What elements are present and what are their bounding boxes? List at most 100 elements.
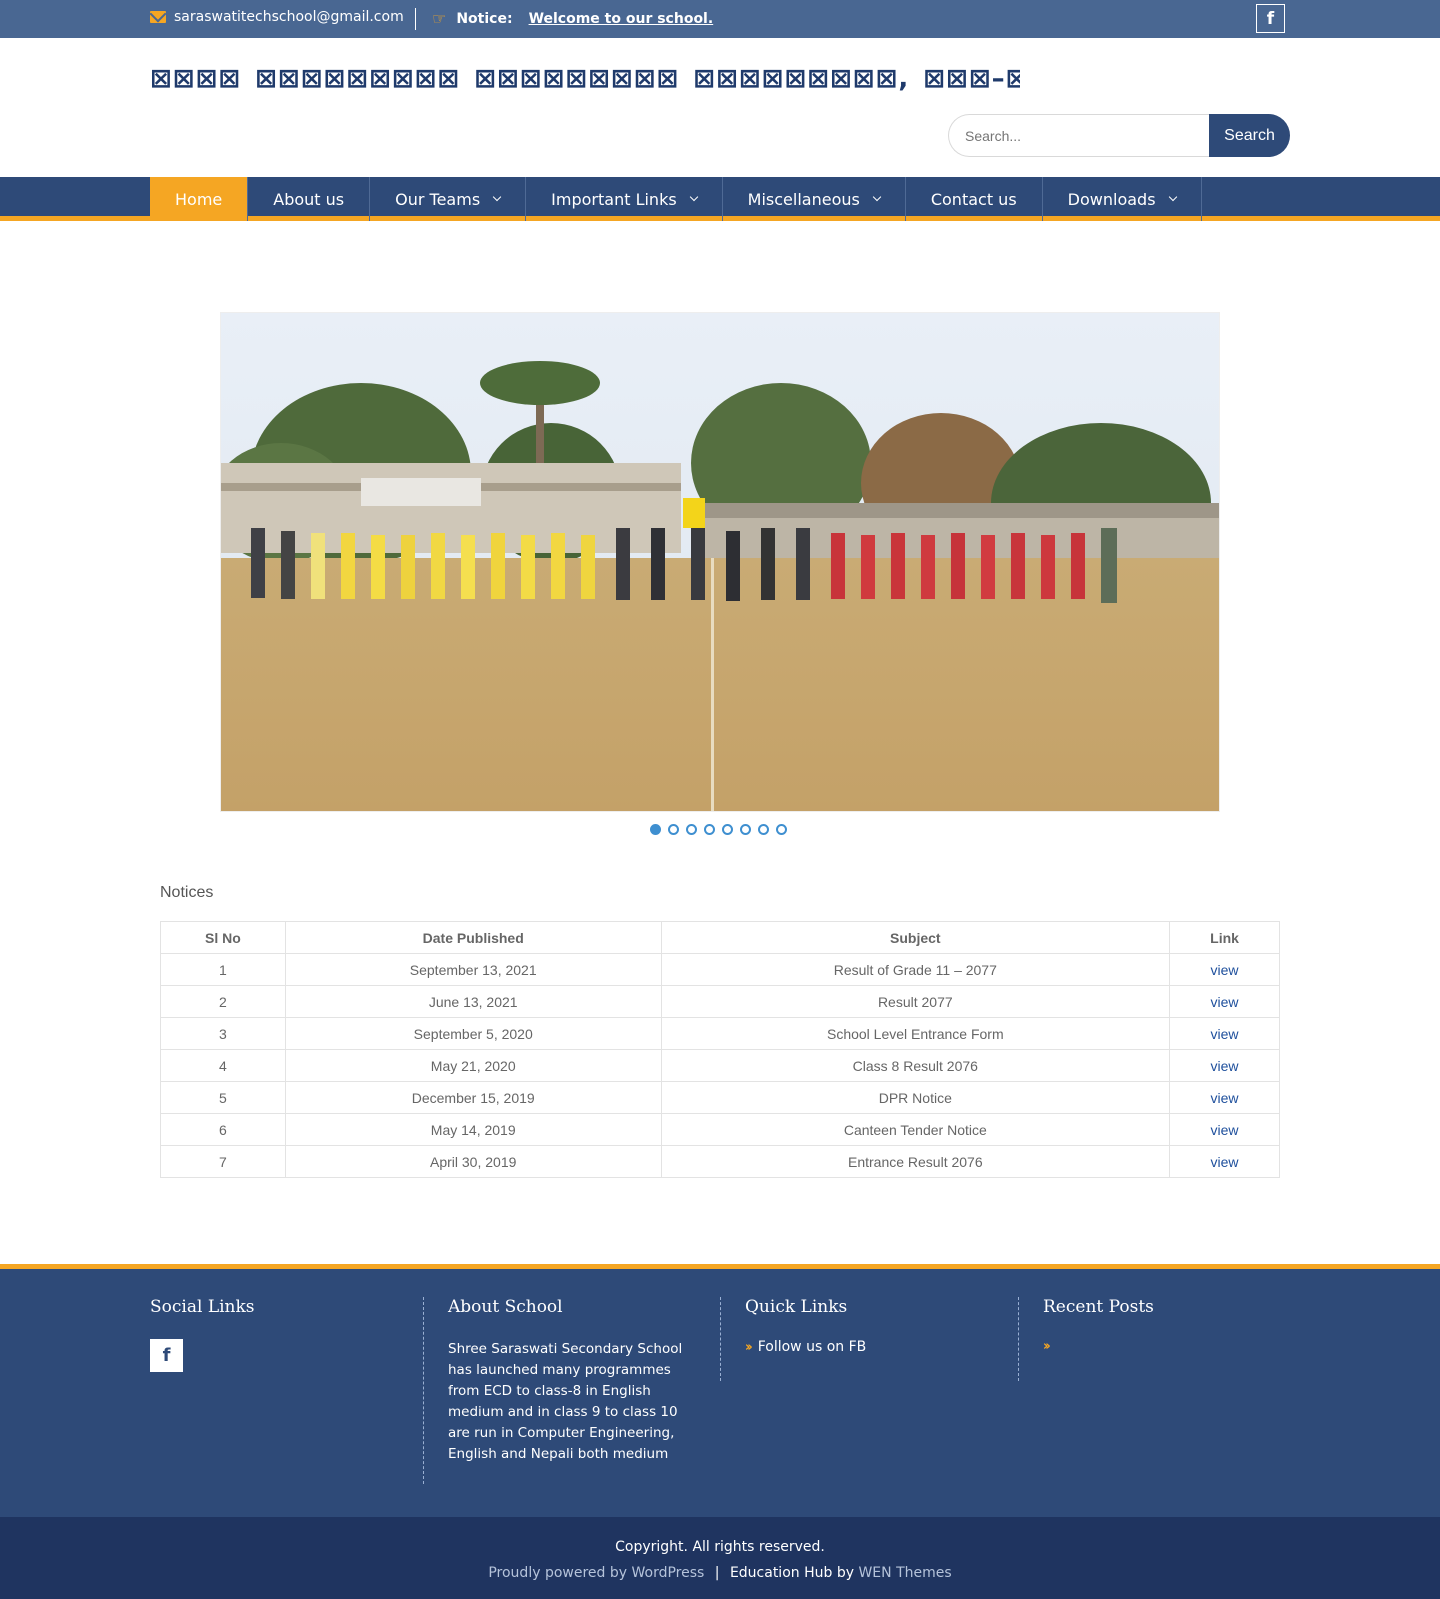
table-row: 7 April 30, 2019 Entrance Result 2076 view: [160, 1145, 1280, 1178]
footer-widgets: Social Links f About School Shree Sarasw…: [0, 1264, 1440, 1517]
cell-subject: Class 8 Result 2076: [660, 1049, 1171, 1082]
table-row: 4 May 21, 2020 Class 8 Result 2076 view: [160, 1049, 1280, 1082]
site-title-word: ⊠⊠⊠–⊠: [923, 64, 1020, 94]
cell-subject: Entrance Result 2076: [660, 1145, 1171, 1178]
search-input[interactable]: [948, 114, 1209, 157]
slider-dot[interactable]: [776, 824, 787, 835]
by-text: by: [836, 1565, 854, 1581]
envelope-icon: [150, 11, 166, 23]
chevron-down-icon: [1168, 192, 1177, 202]
cell-date: September 5, 2020: [284, 1017, 662, 1050]
nav-item-about-us[interactable]: About us: [248, 177, 371, 221]
email-contact[interactable]: saraswatitechschool@gmail.com: [150, 9, 404, 25]
hand-point-right-icon: ☞: [432, 9, 447, 28]
cell-date: April 30, 2019: [284, 1145, 662, 1178]
cell-subject: Result 2077: [660, 985, 1171, 1018]
quick-links-title: Quick Links: [745, 1297, 848, 1317]
slider-dot[interactable]: [668, 824, 679, 835]
view-link[interactable]: view: [1169, 1113, 1280, 1146]
notice-ticker: ☞ Notice: Welcome to our school.: [432, 9, 713, 28]
nav-item-important-links[interactable]: Important Links: [526, 177, 723, 221]
cell-sl-no: 1: [160, 953, 286, 986]
chevron-down-icon: [872, 192, 882, 202]
theme-author-link[interactable]: WEN Themes: [858, 1565, 951, 1581]
cell-sl-no: 4: [160, 1049, 286, 1082]
chevron-down-icon: [492, 192, 502, 202]
quick-links-widget: Quick Links ›› Follow us on FB: [745, 1297, 866, 1355]
search-form: Search: [948, 114, 1290, 157]
cell-subject: DPR Notice: [660, 1081, 1171, 1114]
slider-dot[interactable]: [758, 824, 769, 835]
site-title-word: ⊠⊠⊠⊠⊠⊠⊠⊠⊠: [255, 64, 461, 94]
facebook-icon[interactable]: f: [150, 1339, 183, 1372]
copyright-text: Copyright. All rights reserved.: [615, 1539, 825, 1555]
about-school-title: About School: [448, 1297, 563, 1317]
recent-post-item[interactable]: ››: [1043, 1339, 1154, 1354]
double-chevron-right-icon: ››: [745, 1339, 753, 1355]
cell-subject: School Level Entrance Form: [660, 1017, 1171, 1050]
site-title-word: ⊠⊠⊠⊠: [150, 64, 242, 94]
image-slider[interactable]: [220, 312, 1220, 812]
header-date: Date Published: [284, 921, 662, 954]
slider-dot[interactable]: [722, 824, 733, 835]
cell-sl-no: 3: [160, 1017, 286, 1050]
header-link: Link: [1169, 921, 1280, 954]
site-info-bar: Copyright. All rights reserved. Proudly …: [0, 1517, 1440, 1599]
widget-divider: [1018, 1297, 1019, 1381]
nav-item-downloads[interactable]: Downloads: [1043, 177, 1202, 221]
table-row: 1 September 13, 2021 Result of Grade 11 – …: [160, 953, 1280, 986]
slider-dot[interactable]: [740, 824, 751, 835]
top-bar: saraswatitechschool@gmail.com ☞ Notice: …: [0, 0, 1440, 38]
site-title[interactable]: ⊠⊠⊠⊠ ⊠⊠⊠⊠⊠⊠⊠⊠⊠ ⊠⊠⊠⊠⊠⊠⊠⊠⊠ ⊠⊠⊠⊠⊠⊠⊠⊠⊠, ⊠⊠⊠–⊠: [150, 64, 1020, 94]
slider-dot[interactable]: [686, 824, 697, 835]
notices-heading: Notices: [160, 884, 214, 901]
powered-by-wordpress-link[interactable]: Proudly powered by WordPress: [488, 1565, 704, 1581]
table-row: 5 December 15, 2019 DPR Notice view: [160, 1081, 1280, 1114]
site-title-word: ⊠⊠⊠⊠⊠⊠⊠⊠⊠,: [693, 64, 910, 94]
view-link[interactable]: view: [1169, 1081, 1280, 1114]
nav-item-contact-us[interactable]: Contact us: [906, 177, 1043, 221]
theme-name: Education Hub: [729, 1565, 833, 1581]
recent-posts-widget: Recent Posts ››: [1043, 1297, 1154, 1354]
powered-by-line: Proudly powered by WordPress | Education…: [0, 1565, 1440, 1581]
view-link[interactable]: view: [1169, 1049, 1280, 1082]
widget-divider: [720, 1297, 721, 1381]
cell-subject: Canteen Tender Notice: [660, 1113, 1171, 1146]
chevron-down-icon: [689, 192, 698, 202]
quick-link-follow-fb[interactable]: ›› Follow us on FB: [745, 1339, 866, 1355]
main-navigation: Home About us Our Teams Important Links …: [0, 177, 1440, 221]
view-link[interactable]: view: [1169, 1145, 1280, 1178]
notice-link[interactable]: Welcome to our school.: [529, 11, 714, 27]
notice-label: Notice:: [456, 10, 513, 27]
separator: |: [714, 1565, 720, 1581]
cell-sl-no: 5: [160, 1081, 286, 1114]
slider-pagination: [650, 824, 787, 835]
site-title-word: ⊠⊠⊠⊠⊠⊠⊠⊠⊠: [474, 64, 680, 94]
email-text: saraswatitechschool@gmail.com: [174, 9, 404, 25]
view-link[interactable]: view: [1169, 985, 1280, 1018]
slider-dot[interactable]: [650, 824, 661, 835]
search-button[interactable]: Search: [1209, 114, 1290, 157]
social-links-widget: Social Links f: [150, 1297, 255, 1372]
slider-dot[interactable]: [704, 824, 715, 835]
cell-date: December 15, 2019: [284, 1081, 662, 1114]
cell-date: June 13, 2021: [284, 985, 662, 1018]
cell-date: May 14, 2019: [284, 1113, 662, 1146]
widget-divider: [423, 1297, 424, 1484]
double-chevron-right-icon: ››: [1043, 1339, 1051, 1354]
nav-item-home[interactable]: Home: [150, 177, 249, 221]
nav-item-our-teams[interactable]: Our Teams: [370, 177, 527, 221]
facebook-icon[interactable]: f: [1256, 4, 1285, 33]
cell-subject: Result of Grade 11 – 2077: [660, 953, 1171, 986]
table-row: 3 September 5, 2020 School Level Entrance …: [160, 1017, 1280, 1050]
table-row: 6 May 14, 2019 Canteen Tender Notice view: [160, 1113, 1280, 1146]
cell-sl-no: 7: [160, 1145, 286, 1178]
nav-item-miscellaneous[interactable]: Miscellaneous: [723, 177, 906, 221]
notices-table: Sl No Date Published Subject Link 1 Septe…: [160, 921, 1280, 1178]
cell-date: May 21, 2020: [284, 1049, 662, 1082]
topbar-divider: [415, 8, 416, 30]
view-link[interactable]: view: [1169, 1017, 1280, 1050]
view-link[interactable]: view: [1169, 953, 1280, 986]
table-header-row: Sl No Date Published Subject Link: [160, 921, 1280, 954]
header-sl-no: Sl No: [160, 921, 286, 954]
